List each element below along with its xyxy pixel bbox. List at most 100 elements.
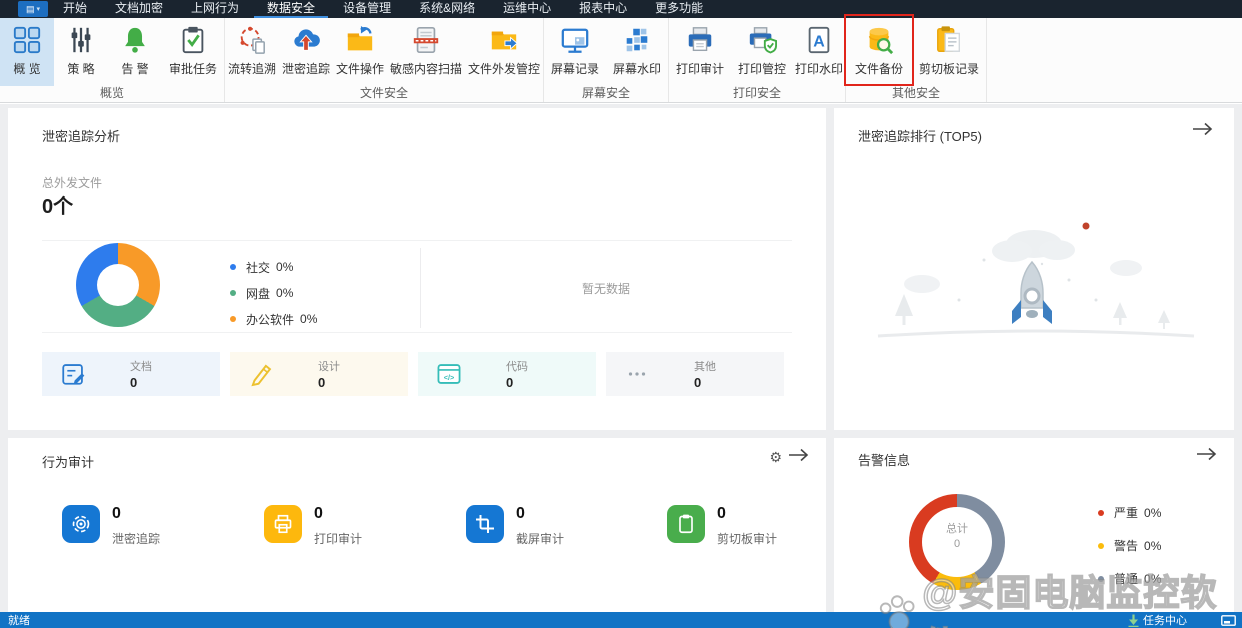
app-menu-icon[interactable]: ▤ ▾ (18, 1, 48, 17)
ribbon-item-print-control[interactable]: 打印管控 (731, 18, 793, 86)
ribbon-item-leak-trace[interactable]: 泄密追踪 (279, 18, 333, 86)
legend-item: 网盘 0% (230, 280, 317, 306)
sliders-icon (64, 23, 98, 57)
alerts-donut-chart: 总计 0 (909, 494, 1005, 590)
menu-tab-report-center[interactable]: 报表中心 (566, 0, 640, 18)
category-cards: 文档 0 设计 0 </> 代码 0 其他 0 (42, 352, 784, 396)
menu-tab-device-mgmt[interactable]: 设备管理 (330, 0, 404, 18)
legend-value: 0% (300, 312, 318, 326)
audit-label: 打印审计 (314, 532, 363, 546)
panel-title: 告警信息 (858, 453, 911, 468)
card-label: 其他 (694, 361, 716, 373)
ribbon-item-label: 文件外发管控 (467, 62, 540, 76)
ribbon-item-file-backup[interactable]: 文件备份 (844, 14, 914, 86)
ribbon-group-overview: 概 览 策 略 告 警 审批任务 概览 (0, 18, 225, 102)
audit-item-clipboard-audit[interactable]: 0 剪切板审计 (667, 505, 777, 547)
menu-tab-system-network[interactable]: 系统&网络 (406, 0, 488, 18)
ribbon-item-screen-watermark[interactable]: 屏幕水印 (606, 18, 668, 86)
ribbon-item-screen-record[interactable]: 屏幕记录 (544, 18, 606, 86)
legend-dot (230, 264, 236, 270)
gear-icon[interactable]: ⚙ (769, 449, 782, 466)
audit-item-print-audit[interactable]: 0 打印审计 (264, 505, 362, 547)
legend-label: 警告 (1114, 539, 1139, 553)
task-window-icon[interactable] (1221, 614, 1236, 626)
printer-small-icon (264, 505, 302, 543)
arrow-right-icon[interactable] (1192, 122, 1214, 141)
ribbon-item-label: 屏幕水印 (612, 62, 661, 76)
legend-item: 严重 0% (1098, 496, 1161, 529)
menu-tab-web-behavior[interactable]: 上网行为 (178, 0, 252, 18)
printer-shield-icon (745, 23, 779, 57)
total-label: 总计 (946, 523, 968, 535)
ribbon-item-print-audit[interactable]: 打印审计 (669, 18, 731, 86)
leak-channels-legend: 社交 0% 网盘 0% 办公软件 0% (230, 254, 317, 332)
ribbon-item-label: 审批任务 (168, 62, 217, 76)
card-value: 0 (506, 375, 514, 390)
ribbon-item-policy[interactable]: 策 略 (54, 18, 108, 86)
folder-export-icon (487, 23, 521, 57)
ribbon-item-content-scan[interactable]: 敏感内容扫描 (387, 18, 465, 86)
card-code[interactable]: </> 代码 0 (418, 352, 596, 396)
panel-behavior-audit: 行为审计 ⚙ 0 泄密追踪 0 打印审计 0 截屏审计 0 剪切板审计 (8, 438, 826, 612)
ribbon-item-approval-tasks[interactable]: 审批任务 (162, 18, 224, 86)
menu-tab-data-security[interactable]: 数据安全 (254, 0, 329, 18)
ribbon-item-clipboard-record[interactable]: 剪切板记录 (912, 18, 986, 86)
total-value: 0 (953, 538, 961, 550)
task-center-button[interactable]: 任务中心 (1128, 612, 1187, 628)
legend-value: 0% (1144, 571, 1162, 586)
task-center-label: 任务中心 (1143, 615, 1187, 627)
panel-leak-trace-rank: 泄密追踪排行 (TOP5) (834, 108, 1234, 430)
download-arrow-icon (1128, 614, 1139, 627)
arrow-right-icon[interactable] (788, 448, 810, 467)
pixel-watermark-icon (620, 23, 654, 57)
leak-channels-donut-chart (76, 243, 160, 327)
svg-text:A: A (813, 34, 825, 51)
grid-icon (10, 23, 44, 57)
menu-tab-start[interactable]: 开始 (50, 0, 100, 18)
ribbon-item-overview[interactable]: 概 览 (0, 18, 54, 86)
ribbon-item-file-ops[interactable]: 文件操作 (333, 18, 387, 86)
clipboard-doc-icon (932, 23, 966, 57)
statusbar: 就绪 任务中心 (0, 612, 1242, 628)
ribbon-item-alerts[interactable]: 告 警 (108, 18, 162, 86)
ribbon-item-file-export-control[interactable]: 文件外发管控 (465, 18, 543, 86)
card-value: 0 (318, 375, 326, 390)
audit-item-leak-trace[interactable]: 0 泄密追踪 (62, 505, 160, 547)
legend-dot (1098, 575, 1104, 582)
ribbon-group-file-security: 流转追溯 泄密追踪 文件操作 敏感内容扫描 文件外发管控 文件安全 (225, 18, 544, 102)
cloud-upload-icon (289, 23, 323, 57)
menu-tab-more[interactable]: 更多功能 (642, 0, 716, 18)
ribbon-item-label: 屏幕记录 (550, 62, 599, 76)
ribbon-group-label: 其他安全 (891, 86, 940, 100)
card-value: 0 (130, 375, 138, 390)
document-a-icon: A (802, 23, 836, 57)
arrow-right-icon[interactable] (1196, 447, 1218, 466)
ribbon-item-label: 策 略 (67, 62, 95, 76)
legend-dot (1098, 542, 1104, 549)
ribbon-item-flow-trace[interactable]: 流转追溯 (225, 18, 279, 86)
database-search-icon (862, 23, 896, 57)
divider (42, 332, 792, 333)
ribbon-item-print-watermark[interactable]: A 打印水印 (793, 18, 845, 86)
card-design[interactable]: 设计 0 (230, 352, 408, 396)
legend-label: 严重 (1114, 506, 1139, 520)
panel-title: 行为审计 (42, 455, 95, 470)
ribbon-group-other-security: 文件备份 剪切板记录 其他安全 (844, 14, 987, 102)
card-documents[interactable]: 文档 0 (42, 352, 220, 396)
ribbon-item-label: 概 览 (13, 62, 41, 76)
printer-icon (683, 23, 717, 57)
card-other[interactable]: 其他 0 (606, 352, 784, 396)
folder-return-icon (343, 23, 377, 57)
audit-item-screenshot-audit[interactable]: 0 截屏审计 (466, 505, 564, 547)
menubar: ▤ ▾ 开始 文档加密 上网行为 数据安全 设备管理 系统&网络 运维中心 报表中… (0, 0, 1242, 18)
flow-trace-icon (235, 23, 269, 57)
legend-label: 办公软件 (246, 312, 295, 327)
menu-tab-ops-center[interactable]: 运维中心 (490, 0, 564, 18)
audit-value: 0 (717, 505, 726, 522)
ribbon-group-print-security: 打印审计 打印管控 A 打印水印 打印安全 (669, 18, 846, 102)
empty-state-text: 暂无数据 (581, 282, 630, 296)
legend-label: 网盘 (246, 286, 271, 301)
more-dots-icon (624, 361, 650, 387)
ribbon-group-label: 文件安全 (359, 86, 408, 100)
menu-tab-doc-encrypt[interactable]: 文档加密 (102, 0, 176, 18)
